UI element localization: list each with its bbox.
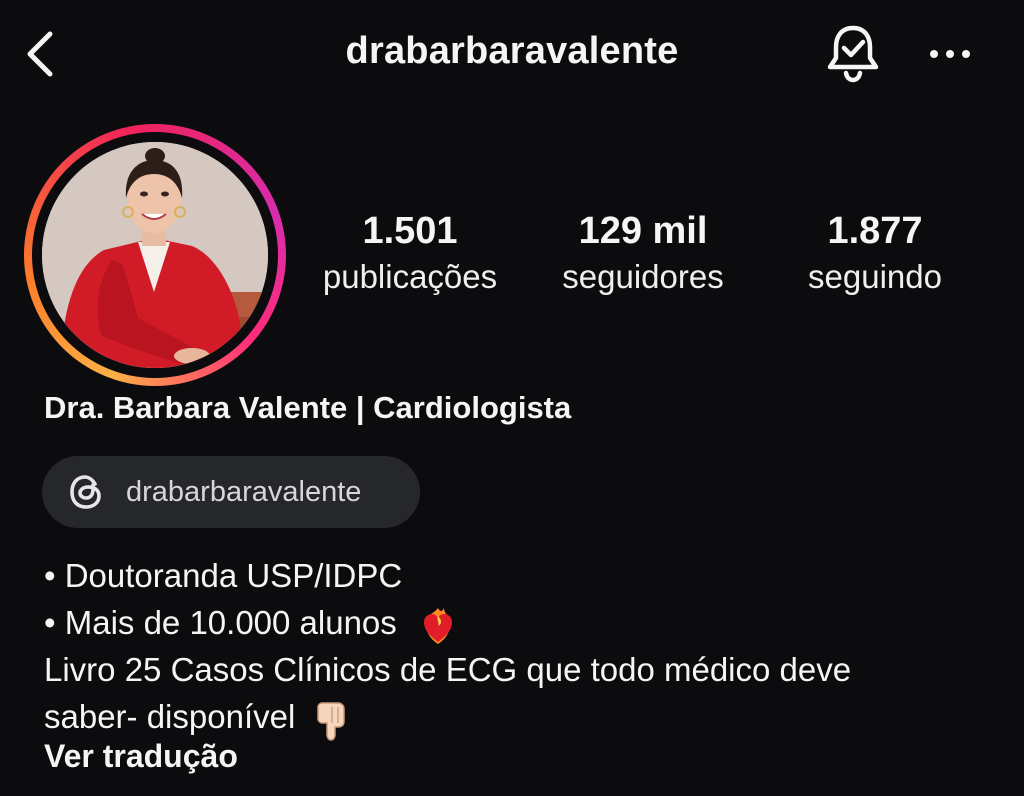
bell-check-icon — [827, 25, 879, 83]
following-count: 1.877 — [827, 210, 923, 252]
more-horizontal-icon — [930, 50, 970, 58]
followers-stat[interactable]: 129 mil seguidores — [538, 208, 748, 300]
bio-line: Livro 25 Casos Clínicos de ECG que todo … — [44, 646, 1004, 693]
profile-full-name: Dra. Barbara Valente | Cardiologista — [44, 390, 572, 425]
notifications-button[interactable] — [824, 22, 882, 84]
bio-line-text: saber- disponível — [44, 698, 296, 736]
following-label: seguindo — [808, 258, 942, 295]
posts-label: publicações — [322, 258, 498, 295]
followers-count: 129 mil — [578, 210, 708, 252]
posts-count: 1.501 — [362, 210, 458, 252]
see-translation-link[interactable]: Ver tradução — [44, 738, 238, 775]
pointing-down-emoji-icon — [317, 701, 346, 741]
threads-profile-link[interactable]: drabarbaravalente — [42, 456, 420, 528]
following-stat[interactable]: 1.877 seguindo — [770, 208, 980, 300]
posts-stat[interactable]: 1.501 publicações — [300, 208, 520, 300]
heart-on-fire-emoji-icon — [423, 608, 452, 645]
profile-photo — [42, 142, 268, 368]
bio-line: • Doutoranda USP/IDPC — [44, 552, 1004, 599]
avatar[interactable] — [42, 142, 268, 368]
profile-bio: • Doutoranda USP/IDPC • Mais de 10.000 a… — [44, 552, 1004, 741]
more-options-button[interactable] — [924, 38, 976, 70]
threads-logo-icon — [70, 475, 101, 509]
threads-handle: drabarbaravalente — [126, 476, 362, 508]
bio-line: saber- disponível — [44, 693, 1004, 741]
story-ring[interactable] — [24, 124, 286, 386]
bio-line-text: • Doutoranda USP/IDPC — [44, 557, 403, 594]
bio-line-text: • Mais de 10.000 alunos — [44, 604, 397, 641]
bio-line-text: Livro 25 Casos Clínicos de ECG que todo … — [44, 651, 852, 689]
followers-label: seguidores — [562, 258, 724, 295]
bio-line: • Mais de 10.000 alunos — [44, 599, 1004, 646]
profile-header: drabarbaravalente — [0, 0, 1024, 110]
